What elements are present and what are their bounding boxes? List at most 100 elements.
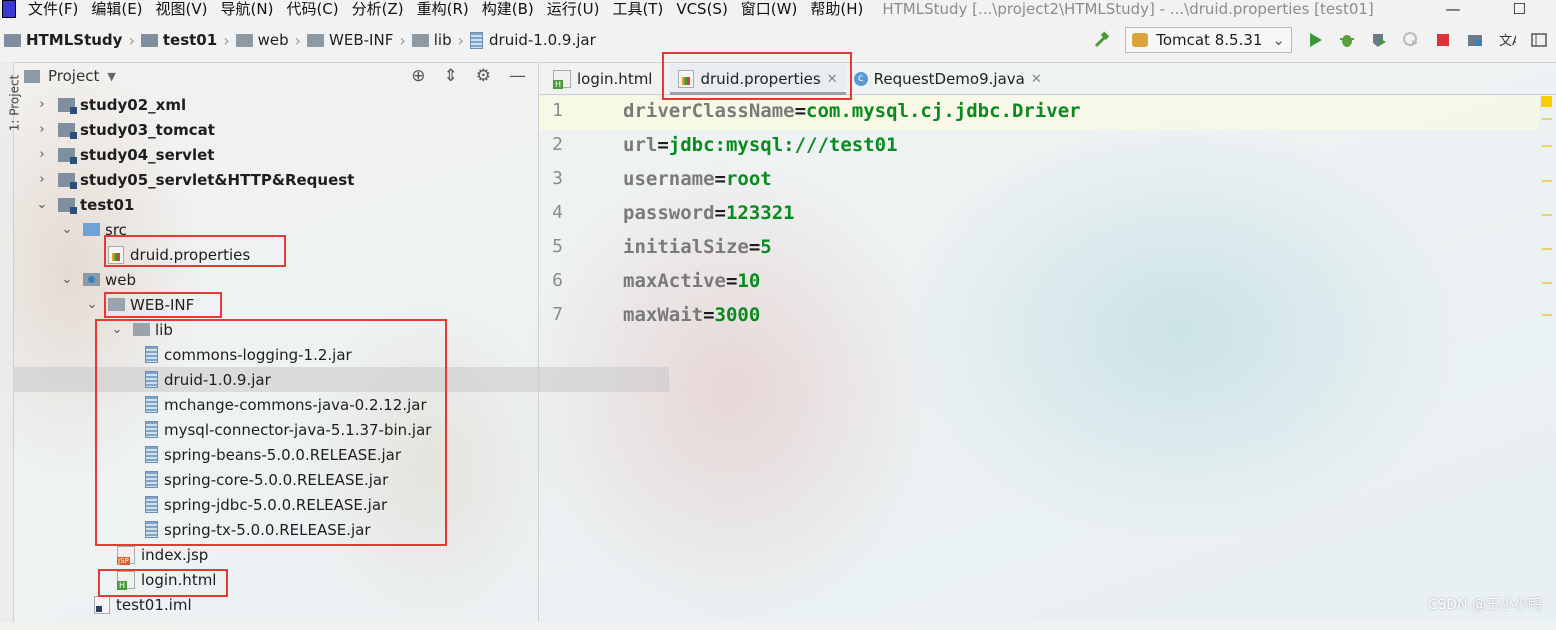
tab-request-demo9[interactable]: c RequestDemo9.java ✕ — [846, 64, 1050, 94]
property-key: initialSize — [623, 236, 749, 258]
chevron-right-icon[interactable]: › — [36, 147, 48, 162]
code-line[interactable]: username=root — [623, 162, 772, 196]
equals-sign: = — [657, 134, 669, 156]
translate-icon[interactable]: 文A — [1498, 31, 1516, 49]
property-key: password — [623, 202, 715, 224]
breadcrumb-project[interactable]: HTMLStudy — [26, 31, 122, 49]
project-structure-icon[interactable] — [1466, 31, 1484, 49]
tree-label: mchange-commons-java-0.2.12.jar — [164, 395, 427, 414]
chevron-down-icon[interactable]: ⌄ — [36, 197, 48, 212]
hide-panel-icon[interactable]: — — [509, 66, 526, 86]
tree-label: lib — [155, 320, 173, 339]
equals-sign: = — [703, 304, 715, 326]
menu-run[interactable]: 运行(U) — [547, 2, 600, 17]
breadcrumb-web[interactable]: web — [258, 31, 289, 49]
menu-code[interactable]: 代码(C) — [286, 2, 338, 17]
code-line[interactable]: url=jdbc:mysql:///test01 — [623, 128, 898, 162]
project-panel-title[interactable]: Project — [48, 67, 99, 85]
breadcrumb-webinf[interactable]: WEB-INF — [329, 31, 393, 49]
breadcrumb-module[interactable]: test01 — [163, 31, 217, 49]
equals-sign: = — [748, 236, 761, 258]
run-icon[interactable] — [1306, 31, 1324, 49]
tree-row-web[interactable]: ⌄ web — [14, 267, 585, 292]
chevron-down-icon[interactable]: ▼ — [107, 70, 115, 83]
property-key: maxActive — [623, 270, 726, 292]
menu-window[interactable]: 窗口(W) — [741, 2, 798, 17]
menu-vcs[interactable]: VCS(S) — [676, 2, 727, 17]
line-number: 5 — [552, 236, 563, 257]
collapse-all-icon[interactable]: ⇕ — [444, 66, 458, 86]
debug-icon[interactable] — [1338, 31, 1356, 49]
chevron-right-icon[interactable]: › — [36, 172, 48, 187]
code-line[interactable]: password=123321 — [623, 196, 795, 230]
stop-icon[interactable] — [1434, 31, 1452, 49]
warning-indicator-icon[interactable] — [1541, 96, 1552, 107]
equals-sign: = — [725, 270, 738, 292]
property-key: url — [623, 134, 658, 156]
locate-file-icon[interactable]: ⊕ — [411, 66, 425, 86]
stripe-mark[interactable] — [1542, 248, 1552, 250]
folder-icon — [133, 323, 150, 336]
tree-row-src[interactable]: ⌄ src — [14, 217, 585, 242]
gear-icon[interactable]: ⚙ — [476, 66, 491, 86]
tree-row-study03[interactable]: › study03_tomcat — [14, 117, 560, 142]
menu-help[interactable]: 帮助(H) — [810, 2, 863, 17]
tree-row-druid-properties[interactable]: druid.properties — [14, 242, 610, 267]
intellij-app-icon — [2, 0, 16, 18]
code-line[interactable]: initialSize=5 — [623, 230, 772, 264]
tab-druid-properties[interactable]: druid.properties ✕ — [670, 64, 846, 95]
tree-label: study05_servlet&HTTP&Request — [80, 170, 355, 189]
stripe-mark[interactable] — [1542, 180, 1552, 182]
minimize-button[interactable]: — — [1446, 0, 1461, 18]
stripe-mark[interactable] — [1542, 282, 1552, 284]
stripe-mark[interactable] — [1542, 314, 1552, 316]
line-number: 1 — [552, 100, 563, 121]
menu-analyze[interactable]: 分析(Z) — [352, 2, 404, 17]
coverage-icon[interactable] — [1370, 31, 1388, 49]
close-icon[interactable]: ✕ — [1031, 72, 1042, 87]
presentation-mode-icon[interactable] — [1530, 31, 1548, 49]
breadcrumb-jar[interactable]: druid-1.0.9.jar — [489, 31, 596, 49]
tree-label: WEB-INF — [130, 295, 195, 314]
stripe-mark[interactable] — [1542, 214, 1552, 216]
chevron-down-icon[interactable]: ⌄ — [61, 272, 73, 287]
tree-row-study05[interactable]: › study05_servlet&HTTP&Request — [14, 167, 560, 192]
menu-edit[interactable]: 编辑(E) — [91, 2, 142, 17]
menu-view[interactable]: 视图(V) — [156, 2, 208, 17]
close-icon[interactable]: ✕ — [827, 72, 838, 87]
menu-navigate[interactable]: 导航(N) — [221, 2, 274, 17]
profile-icon[interactable] — [1402, 31, 1420, 49]
menu-refactor[interactable]: 重构(R) — [417, 2, 469, 17]
tab-login-html[interactable]: login.html — [545, 64, 660, 94]
menu-build[interactable]: 构建(B) — [482, 2, 534, 17]
property-key: driverClassName — [623, 100, 795, 122]
menu-file[interactable]: 文件(F) — [28, 2, 78, 17]
tree-label: spring-tx-5.0.0.RELEASE.jar — [164, 520, 371, 539]
breadcrumb-lib[interactable]: lib — [434, 31, 452, 49]
code-line[interactable]: maxWait=3000 — [623, 298, 760, 332]
menu-tools[interactable]: 工具(T) — [612, 2, 663, 17]
tree-row-study02[interactable]: › study02_xml — [14, 92, 560, 117]
chevron-right-icon[interactable]: › — [36, 97, 48, 112]
chevron-down-icon[interactable]: ⌄ — [111, 322, 123, 337]
folder-icon — [108, 298, 125, 311]
editor-tabs: login.html druid.properties ✕ c RequestD… — [539, 62, 1556, 95]
chevron-down-icon[interactable]: ⌄ — [86, 297, 98, 312]
equals-sign: = — [794, 100, 807, 122]
tree-row-test01[interactable]: ⌄ test01 — [14, 192, 560, 217]
stripe-mark[interactable] — [1542, 145, 1552, 147]
tree-label: test01.iml — [116, 595, 192, 614]
tree-row-iml[interactable]: test01.iml — [14, 592, 618, 617]
jar-icon — [145, 471, 158, 488]
stripe-mark[interactable] — [1542, 118, 1552, 120]
build-hammer-icon[interactable] — [1093, 31, 1111, 49]
run-configuration-dropdown[interactable]: Tomcat 8.5.31 ⌄ — [1125, 27, 1292, 53]
maximize-button[interactable]: ☐ — [1513, 0, 1526, 18]
tree-row-web-inf[interactable]: ⌄ WEB-INF — [14, 292, 610, 317]
code-line[interactable]: driverClassName=com.mysql.cj.jdbc.Driver — [623, 94, 1081, 128]
code-line[interactable]: maxActive=10 — [623, 264, 760, 298]
equals-sign: = — [714, 202, 726, 224]
chevron-down-icon[interactable]: ⌄ — [61, 222, 73, 237]
tree-row-study04[interactable]: › study04_servlet — [14, 142, 560, 167]
chevron-right-icon[interactable]: › — [36, 122, 48, 137]
